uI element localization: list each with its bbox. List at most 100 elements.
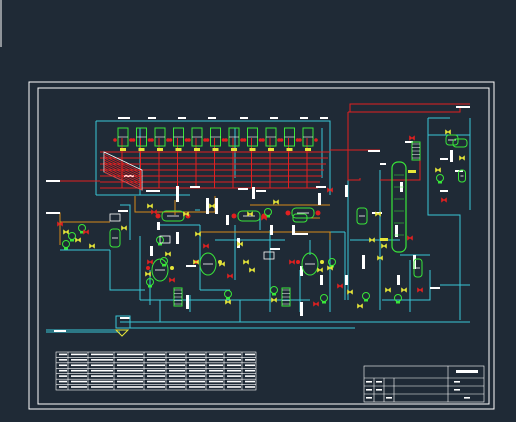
dryer-valve (175, 148, 182, 151)
pipe-label-tag (215, 198, 218, 214)
column-feed-valve (380, 238, 388, 241)
pump-casing (362, 292, 370, 300)
dryer-nozzle (261, 138, 265, 142)
table-cell-text (189, 364, 205, 367)
dryer-valve (212, 148, 219, 151)
pipe-label-tag (320, 117, 328, 119)
pump-casing (270, 286, 278, 294)
table-cell-text (147, 353, 165, 356)
title-block-text (376, 381, 382, 383)
title-block (363, 365, 485, 403)
table-cell-text (91, 369, 113, 372)
table-cell-text (71, 364, 87, 367)
pump-base (70, 239, 74, 242)
pipe-label-tag (148, 117, 156, 119)
valve (271, 297, 277, 303)
valve (195, 231, 201, 237)
dryer-valve (138, 148, 145, 151)
pump (160, 257, 168, 267)
valve (381, 243, 387, 249)
pump-casing (320, 294, 328, 302)
pump (362, 292, 370, 302)
valve (63, 229, 69, 235)
dryer-unit (242, 127, 263, 151)
dryer-nozzle (131, 138, 136, 142)
valve (169, 277, 175, 283)
pipe-label-tag (157, 222, 160, 230)
table-cell-text (209, 364, 223, 367)
pump (394, 294, 402, 304)
valve (227, 273, 233, 279)
pipe-label-tag (178, 117, 186, 119)
pipe-label-tag (300, 117, 308, 119)
valve (209, 203, 215, 209)
pipe-label-tag (320, 275, 323, 285)
table-cell-text (117, 380, 143, 383)
table-cell-text (245, 386, 255, 388)
table-cell-text (91, 380, 113, 383)
steam-main (347, 112, 361, 181)
pipe-label-tag (186, 265, 196, 267)
instrument-box (263, 251, 275, 260)
table-cell-text (227, 353, 241, 356)
pipe-label-tag (318, 193, 321, 205)
pump-base (162, 264, 166, 267)
table-cell-text (169, 369, 185, 372)
pipe-label-tag (270, 225, 273, 235)
dryer-unit (279, 127, 300, 151)
horizontal-exchanger (285, 207, 321, 219)
valve (249, 267, 255, 273)
valve (347, 289, 353, 295)
kettle-nozzle (170, 266, 174, 270)
process-pipe (382, 270, 431, 301)
pump-base (322, 301, 326, 304)
exchanger-nozzle (231, 213, 237, 219)
pipe-label-tag (238, 188, 248, 190)
dryer-valve (286, 148, 293, 151)
valve (225, 299, 231, 305)
steam-main (348, 106, 461, 113)
pump (436, 174, 444, 184)
valve (247, 211, 253, 217)
title-block-text (366, 389, 372, 391)
pipe-label-tag (46, 180, 60, 182)
pump-base (226, 297, 230, 300)
dryer-valve (194, 148, 200, 151)
pipe-label-tag (397, 275, 400, 285)
valve (121, 225, 127, 231)
table-cell-text (59, 380, 67, 383)
table-cell-text (147, 380, 165, 383)
storage-tank (445, 134, 459, 146)
table-cell-text (189, 380, 205, 383)
pipe-label-tag (368, 150, 380, 152)
table-cell-text (227, 375, 241, 377)
drawing-title-text (456, 370, 478, 373)
table-cell-text (169, 386, 185, 388)
process-pipe (427, 118, 461, 320)
table-cell-text (59, 353, 67, 356)
pump-casing (62, 240, 70, 248)
table-cell-text (91, 364, 113, 367)
dryer-unit (187, 127, 207, 151)
exchanger-nozzle (155, 213, 161, 219)
pipe-label-tag (380, 163, 386, 165)
pump-casing (68, 232, 76, 240)
table-cell-text (245, 353, 255, 356)
valve (385, 287, 391, 293)
table-cell-text (169, 359, 185, 361)
dryer-nozzle (150, 138, 154, 142)
dryer-unit (298, 127, 318, 151)
pump-base (272, 293, 276, 296)
title-block-text (454, 381, 460, 383)
storage-tank (109, 228, 121, 248)
condenser (281, 287, 291, 307)
table-cell-text (59, 364, 67, 367)
valve (441, 197, 447, 203)
pipe-label-tag (294, 233, 308, 235)
table-cell-text (169, 380, 185, 383)
pipe-label-tag (146, 190, 160, 192)
table-cell-text (91, 353, 113, 356)
table-cell-text (245, 369, 255, 372)
table-cell-text (209, 359, 223, 361)
title-block-text (366, 381, 372, 383)
